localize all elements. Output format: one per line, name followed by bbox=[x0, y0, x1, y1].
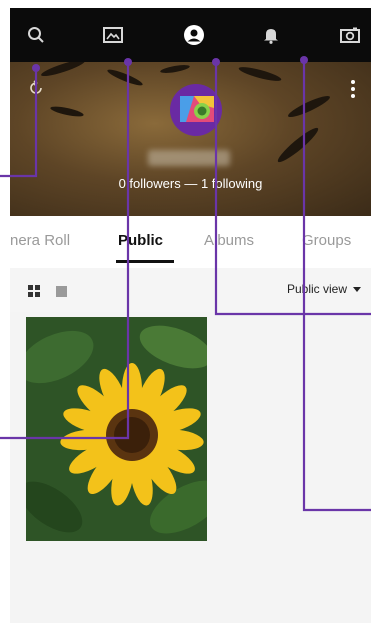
avatar-image bbox=[180, 96, 214, 122]
cover-bird bbox=[237, 64, 283, 84]
tab-albums[interactable]: Albums bbox=[204, 232, 254, 249]
chevron-down-icon bbox=[353, 286, 361, 292]
photo-grid bbox=[10, 312, 371, 623]
followers-following-text[interactable]: 0 followers — 1 following bbox=[10, 176, 371, 191]
view-controls: Public view bbox=[10, 268, 371, 312]
tab-camera-roll[interactable]: nera Roll bbox=[10, 232, 70, 249]
top-navigation-bar bbox=[10, 8, 371, 62]
tab-groups[interactable]: Groups bbox=[302, 232, 351, 249]
gallery-icon[interactable] bbox=[93, 8, 133, 62]
username-redacted bbox=[148, 150, 230, 166]
avatar[interactable] bbox=[170, 84, 222, 136]
camera-icon[interactable] bbox=[330, 8, 370, 62]
view-select-label: Public view bbox=[286, 282, 347, 296]
sunflower-image bbox=[26, 317, 207, 541]
cover-bird bbox=[49, 104, 85, 119]
grid-view-icon[interactable] bbox=[28, 285, 40, 297]
photo-thumbnail[interactable] bbox=[26, 317, 207, 541]
single-view-icon[interactable] bbox=[56, 286, 67, 297]
tab-public[interactable]: Public bbox=[118, 232, 163, 249]
active-tab-indicator bbox=[116, 260, 174, 263]
cover-bird bbox=[39, 62, 87, 79]
profile-cover: 0 followers — 1 following bbox=[10, 62, 371, 216]
more-options-icon[interactable] bbox=[351, 80, 355, 100]
cover-bird bbox=[274, 124, 322, 166]
profile-tabs: nera Roll Public Albums Groups bbox=[10, 216, 371, 269]
cover-bird bbox=[106, 67, 144, 88]
search-icon[interactable] bbox=[16, 8, 56, 62]
visibility-view-select[interactable]: Public view bbox=[287, 282, 361, 296]
bell-icon[interactable] bbox=[251, 8, 291, 62]
cover-bird bbox=[159, 63, 191, 75]
sync-icon[interactable] bbox=[28, 80, 44, 96]
cover-bird bbox=[286, 92, 332, 121]
profile-icon[interactable] bbox=[174, 8, 214, 62]
